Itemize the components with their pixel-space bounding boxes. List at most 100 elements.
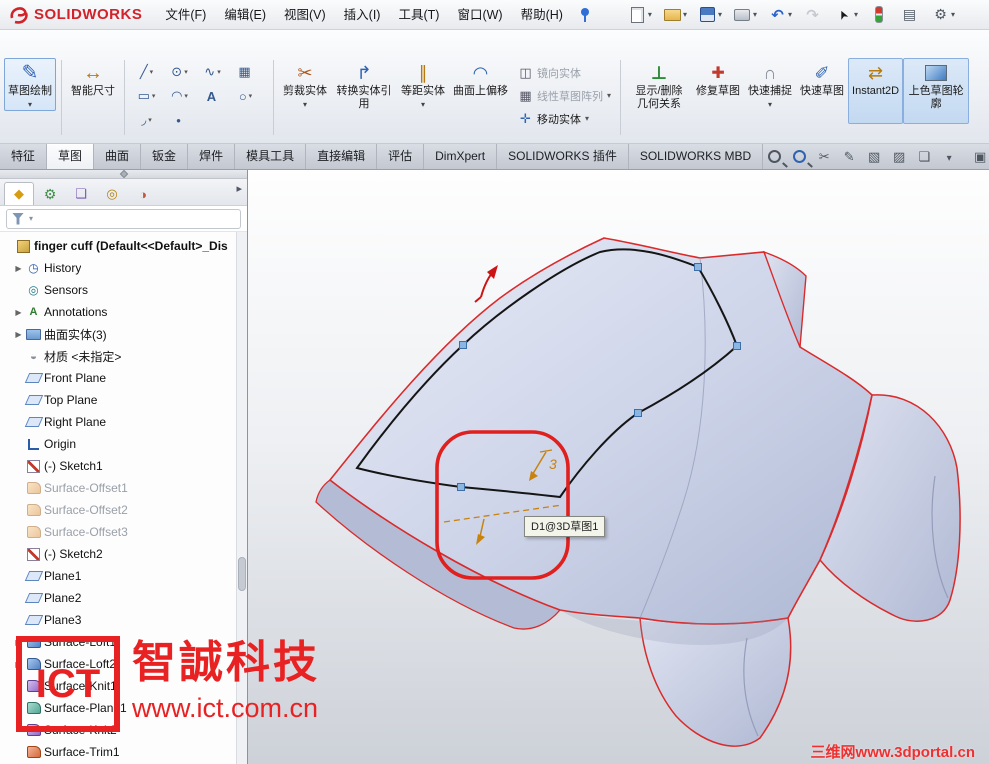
quick-tool-button[interactable]: ▾ (731, 4, 759, 25)
tree-item[interactable]: ▶ Right Plane (12, 411, 247, 433)
tree-item[interactable]: ▶ 材质 <未指定> (12, 345, 247, 367)
spline-point[interactable] (459, 341, 467, 349)
menu-item[interactable]: 插入(I) (335, 0, 390, 30)
tree-item[interactable]: ▶ (-) Sketch2 (12, 543, 247, 565)
tree-scrollbar[interactable] (236, 232, 247, 764)
tree-item[interactable]: ▶ Plane2 (12, 587, 247, 609)
ribbon-tab[interactable]: 评估 (377, 144, 425, 169)
ribbon-tab[interactable]: 特征 (0, 144, 48, 169)
view-tool-button[interactable] (938, 147, 960, 167)
tree-item[interactable]: ▶ Sensors (12, 279, 247, 301)
tree-item[interactable]: ▶ Plane1 (12, 565, 247, 587)
viewport-canvas[interactable]: 3 (248, 170, 989, 764)
quick-tool-button[interactable]: ▾ (929, 4, 957, 25)
view-tool-button[interactable] (813, 147, 835, 167)
tree-item[interactable]: ▶ History (12, 257, 247, 279)
menu-item[interactable]: 编辑(E) (215, 0, 275, 30)
ribbon-small-button[interactable]: 移动实体 ▾ (514, 108, 615, 129)
tree-item[interactable]: ▶ Front Plane (12, 367, 247, 389)
ribbon-button[interactable]: 剪裁实体 ▾ (279, 58, 331, 124)
expand-arrow-icon[interactable]: ▶ (12, 638, 25, 647)
dimension-value[interactable]: 3 (549, 456, 557, 472)
sketch-tool-button[interactable]: ▾ (163, 60, 196, 84)
ribbon-button[interactable]: 曲面上偏移 (449, 58, 512, 124)
tree-item[interactable]: ▶ Plane3 (12, 609, 247, 631)
tree-item[interactable]: ▶ Origin (12, 433, 247, 455)
expand-arrow-icon[interactable]: ▶ (12, 660, 25, 669)
tree-item[interactable]: ▶ Surface-Knit2 (12, 719, 247, 741)
ribbon-button[interactable]: 修复草图 (692, 58, 744, 124)
tree-item[interactable]: ▶ Surface-Offset2 (12, 499, 247, 521)
manager-tab[interactable] (128, 182, 158, 205)
spline-point[interactable] (694, 263, 702, 271)
quick-tool-button[interactable]: ▾ (626, 4, 654, 25)
ribbon-tab[interactable]: SOLIDWORKS MBD (629, 144, 764, 169)
tree-item[interactable]: ▶ Surface-Loft2 (12, 653, 247, 675)
view-tool-button[interactable] (763, 147, 785, 167)
spline-point[interactable] (457, 483, 465, 491)
sketch-tool-button[interactable]: ▾ (196, 60, 229, 84)
ribbon-button[interactable]: 转换实体引用 (331, 58, 397, 124)
ribbon-small-button[interactable]: 镜向实体 (514, 62, 615, 83)
manager-tab[interactable] (35, 182, 65, 205)
ribbon-tab[interactable]: 曲面 (94, 144, 142, 169)
quick-tool-button[interactable] (898, 4, 922, 25)
finger-cuff-model[interactable] (315, 237, 961, 747)
ribbon-button[interactable]: 上色草图轮廓 (903, 58, 970, 124)
spline-point[interactable] (733, 342, 741, 350)
tree-item[interactable]: ▶ Surface-Knit1 (12, 675, 247, 697)
quick-tool-button[interactable] (867, 4, 891, 25)
manager-tab[interactable] (66, 182, 96, 205)
view-tool-button[interactable] (788, 147, 810, 167)
tree-item[interactable]: ▶ (-) Sketch1 (12, 455, 247, 477)
ribbon-button[interactable]: 显示/删除几何关系 (626, 58, 692, 124)
sketch-tool-button[interactable] (163, 108, 196, 132)
tree-item[interactable]: ▶ Surface-Trim1 (12, 741, 247, 763)
expand-arrow-icon[interactable]: ▶ (12, 330, 25, 339)
view-tool-button[interactable] (913, 147, 935, 167)
menu-item[interactable]: 文件(F) (156, 0, 215, 30)
view-tool-button[interactable] (838, 147, 860, 167)
menu-item[interactable]: 窗口(W) (448, 0, 511, 30)
view-tool-button[interactable] (888, 147, 910, 167)
pin-menu-icon[interactable] (578, 7, 592, 23)
tree-item[interactable]: ▶ Annotations (12, 301, 247, 323)
ribbon-tab[interactable]: DimXpert (424, 144, 498, 169)
ribbon-tab[interactable]: SOLIDWORKS 插件 (497, 144, 629, 169)
sketch-tool-button[interactable]: ▾ (130, 84, 163, 108)
sketch-tool-button[interactable] (196, 84, 229, 108)
sketch-tool-button[interactable]: ▾ (130, 108, 163, 132)
menu-item[interactable]: 视图(V) (275, 0, 335, 30)
quick-tool-button[interactable]: ▾ (696, 4, 724, 25)
splitter-handle-icon[interactable] (119, 169, 128, 179)
expand-arrow-icon[interactable]: ▶ (12, 264, 25, 273)
sketch-tool-button[interactable]: ▾ (130, 60, 163, 84)
sketch-button[interactable]: 草图绘制 ▾ (4, 58, 56, 111)
manager-tab[interactable] (4, 182, 34, 205)
ribbon-tab[interactable]: 直接编辑 (306, 144, 378, 169)
tree-item[interactable]: ▶ 曲面实体(3) (12, 323, 247, 345)
tree-item[interactable]: ▶ Surface-Plane1 (12, 697, 247, 719)
sketch-tool-button[interactable]: ▾ (229, 84, 262, 108)
menu-item[interactable]: 帮助(H) (512, 0, 572, 30)
ribbon-tab[interactable]: 草图 (47, 144, 95, 169)
ribbon-button[interactable]: 快速捕捉 ▾ (744, 58, 796, 124)
quick-tool-button[interactable] (801, 4, 825, 25)
tree-item[interactable]: ▶ Top Plane (12, 389, 247, 411)
tree-item[interactable]: ▶ Surface-Loft1 (12, 631, 247, 653)
spline-point[interactable] (634, 409, 642, 417)
graphics-viewport[interactable]: 3 D1@3D草图1 (248, 170, 989, 764)
sketch-tool-button[interactable] (229, 60, 262, 84)
tree-item[interactable]: ▶ Surface-Offset3 (12, 521, 247, 543)
tree-root-item[interactable]: ▶ finger cuff (Default<<Default>_Dis (2, 235, 247, 257)
view-tool-button[interactable] (963, 147, 985, 167)
ribbon-small-button[interactable]: 线性草图阵列 ▾ (514, 85, 615, 106)
sketch-tool-button[interactable]: ▾ (163, 84, 196, 108)
expand-arrow-icon[interactable]: ▶ (12, 308, 25, 317)
ribbon-tab[interactable]: 模具工具 (235, 144, 307, 169)
menu-item[interactable]: 工具(T) (389, 0, 448, 30)
ribbon-button[interactable]: 等距实体 ▾ (397, 58, 449, 124)
tree-item[interactable]: ▶ Surface-Offset1 (12, 477, 247, 499)
quick-tool-button[interactable]: ▾ (766, 4, 794, 25)
manager-tab[interactable] (97, 182, 127, 205)
